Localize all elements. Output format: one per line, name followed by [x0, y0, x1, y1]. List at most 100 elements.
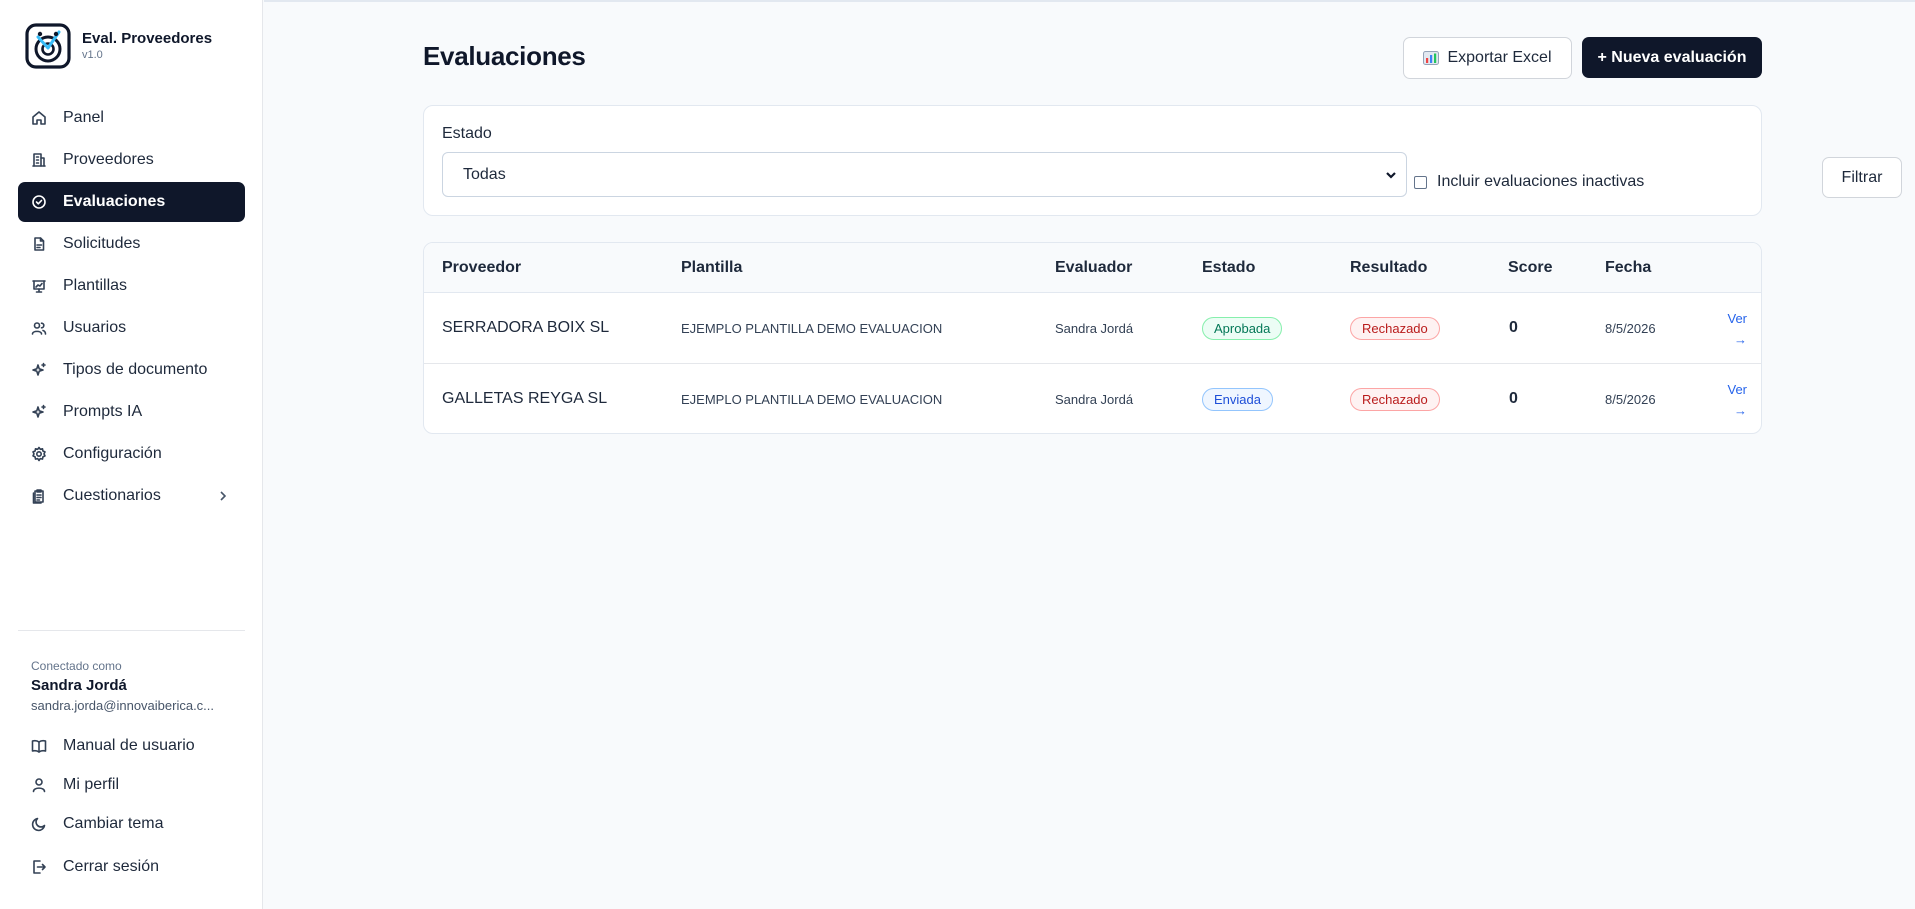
- user-info: Conectado como Sandra Jordá sandra.jorda…: [31, 658, 214, 714]
- cell-score: 0: [1509, 319, 1518, 336]
- result-badge: Rechazado: [1350, 317, 1440, 340]
- evaluations-table: Proveedor Plantilla Evaluador Estado Res…: [423, 242, 1762, 434]
- nav-item-cuestionarios[interactable]: Cuestionarios: [18, 476, 245, 516]
- include-inactive-toggle[interactable]: Incluir evaluaciones inactivas: [1414, 173, 1644, 191]
- nav-item-label: Prompts IA: [63, 403, 143, 420]
- app-version: v1.0: [82, 49, 103, 61]
- sparkles-icon: [31, 362, 47, 378]
- nav-item-mi-perfil[interactable]: Mi perfil: [18, 766, 245, 804]
- column-header-estado: Estado: [1202, 259, 1256, 276]
- home-icon: [31, 110, 47, 126]
- nav-item-prompts-ia[interactable]: Prompts IA: [18, 392, 245, 432]
- cell-evaluador: Sandra Jordá: [1055, 392, 1134, 407]
- new-evaluation-button[interactable]: + Nueva evaluación: [1582, 37, 1762, 78]
- estado-select[interactable]: Todas: [442, 152, 1407, 197]
- nav-item-label: Solicitudes: [63, 235, 141, 252]
- view-link-text: Ver: [1727, 311, 1747, 326]
- export-excel-button[interactable]: Exportar Excel: [1403, 37, 1572, 79]
- nav-item-label: Configuración: [63, 445, 162, 462]
- arrow-right-icon: →: [1734, 332, 1747, 347]
- estado-label: Estado: [442, 125, 492, 142]
- user-caption: Conectado como: [31, 659, 122, 673]
- nav-item-label: Cerrar sesión: [63, 858, 160, 875]
- gear-icon: [31, 446, 47, 462]
- view-link[interactable]: Ver →: [1707, 379, 1747, 421]
- include-inactive-label: Incluir evaluaciones inactivas: [1437, 173, 1645, 190]
- column-header-proveedor: Proveedor: [442, 259, 522, 276]
- page-title: Evaluaciones: [423, 41, 586, 71]
- column-header-evaluador: Evaluador: [1055, 259, 1133, 276]
- view-link-text: Ver: [1727, 382, 1747, 397]
- chevron-right-icon[interactable]: [215, 488, 231, 504]
- nav-item-label: Plantillas: [63, 277, 128, 294]
- sidebar-divider: [18, 630, 245, 631]
- moon-icon: [31, 816, 47, 832]
- cell-plantilla: EJEMPLO PLANTILLA DEMO EVALUACION: [681, 321, 943, 336]
- building-icon: [31, 152, 47, 168]
- nav-item-label: Cuestionarios: [63, 487, 161, 504]
- brand[interactable]: Eval. Proveedores v1.0: [25, 23, 212, 69]
- nav-item-solicitudes[interactable]: Solicitudes: [18, 224, 245, 264]
- nav-item-proveedores[interactable]: Proveedores: [18, 140, 245, 180]
- filter-button[interactable]: Filtrar: [1822, 157, 1902, 198]
- main-content: Evaluaciones Exportar Excel + Nueva eval…: [264, 0, 1915, 909]
- chevron-down-icon: [1384, 168, 1398, 182]
- nav-item-configuracion[interactable]: Configuración: [18, 434, 245, 474]
- nav-item-panel[interactable]: Panel: [18, 98, 245, 138]
- result-badge: Rechazado: [1350, 388, 1440, 411]
- table-header: Proveedor Plantilla Evaluador Estado Res…: [424, 243, 1761, 293]
- nav-item-plantillas[interactable]: Plantillas: [18, 266, 245, 306]
- user-icon: [31, 777, 47, 793]
- status-badge: Enviada: [1202, 388, 1273, 411]
- main-nav: Panel Proveedores Evaluaciones Solicitud…: [18, 98, 245, 518]
- column-header-fecha: Fecha: [1605, 259, 1652, 276]
- app-logo-icon: [25, 23, 71, 69]
- top-border: [264, 0, 1915, 2]
- sidebar: Eval. Proveedores v1.0 Panel Proveedores…: [0, 0, 263, 909]
- file-icon: [31, 236, 47, 252]
- cell-proveedor: SERRADORA BOIX SL: [442, 319, 610, 336]
- cell-proveedor: GALLETAS REYGA SL: [442, 390, 608, 407]
- nav-item-label: Cambiar tema: [63, 815, 164, 832]
- sparkles-icon: [31, 404, 47, 420]
- nav-item-label: Panel: [63, 109, 104, 126]
- clipboard-icon: [31, 488, 47, 504]
- presentation-icon: [31, 278, 47, 294]
- view-link[interactable]: Ver →: [1707, 308, 1747, 350]
- nav-item-cambiar-tema[interactable]: Cambiar tema: [18, 805, 245, 843]
- nav-item-label: Tipos de documento: [63, 361, 208, 378]
- cell-fecha: 8/5/2026: [1605, 321, 1656, 336]
- column-header-score: Score: [1508, 259, 1553, 276]
- app-name: Eval. Proveedores: [82, 30, 213, 47]
- nav-item-label: Mi perfil: [63, 776, 120, 793]
- chart-icon: [1423, 51, 1440, 65]
- logout-icon: [31, 859, 47, 875]
- cell-plantilla: EJEMPLO PLANTILLA DEMO EVALUACION: [681, 392, 943, 407]
- status-badge: Aprobada: [1202, 317, 1283, 340]
- nav-item-tipos-documento[interactable]: Tipos de documento: [18, 350, 245, 390]
- filter-card: Estado Todas Incluir evaluaciones inacti…: [423, 105, 1902, 216]
- column-header-resultado: Resultado: [1350, 259, 1428, 276]
- arrow-right-icon: →: [1734, 403, 1747, 418]
- bottom-nav: Manual de usuario Mi perfil Cambiar tema…: [18, 727, 245, 887]
- nav-item-evaluaciones[interactable]: Evaluaciones: [18, 182, 245, 222]
- include-inactive-checkbox[interactable]: [1414, 175, 1427, 189]
- column-header-plantilla: Plantilla: [681, 259, 743, 276]
- nav-item-label: Usuarios: [63, 319, 127, 336]
- table-row[interactable]: GALLETAS REYGA SL EJEMPLO PLANTILLA DEMO…: [424, 364, 1761, 433]
- user-email: sandra.jorda@innovaiberica.c...: [31, 698, 215, 713]
- check-circle-icon: [31, 194, 47, 210]
- cell-fecha: 8/5/2026: [1605, 392, 1656, 407]
- table-row[interactable]: SERRADORA BOIX SL EJEMPLO PLANTILLA DEMO…: [424, 293, 1761, 364]
- nav-item-usuarios[interactable]: Usuarios: [18, 308, 245, 348]
- nav-item-manual[interactable]: Manual de usuario: [18, 727, 245, 765]
- nav-item-cerrar-sesion[interactable]: Cerrar sesión: [18, 848, 245, 886]
- export-label: Exportar Excel: [1447, 49, 1552, 66]
- nav-item-label: Evaluaciones: [63, 193, 166, 210]
- cell-score: 0: [1509, 390, 1518, 407]
- nav-item-label: Proveedores: [63, 151, 154, 168]
- book-icon: [31, 738, 47, 754]
- nav-item-label: Manual de usuario: [63, 737, 195, 754]
- users-icon: [31, 320, 47, 336]
- user-name: Sandra Jordá: [31, 677, 127, 694]
